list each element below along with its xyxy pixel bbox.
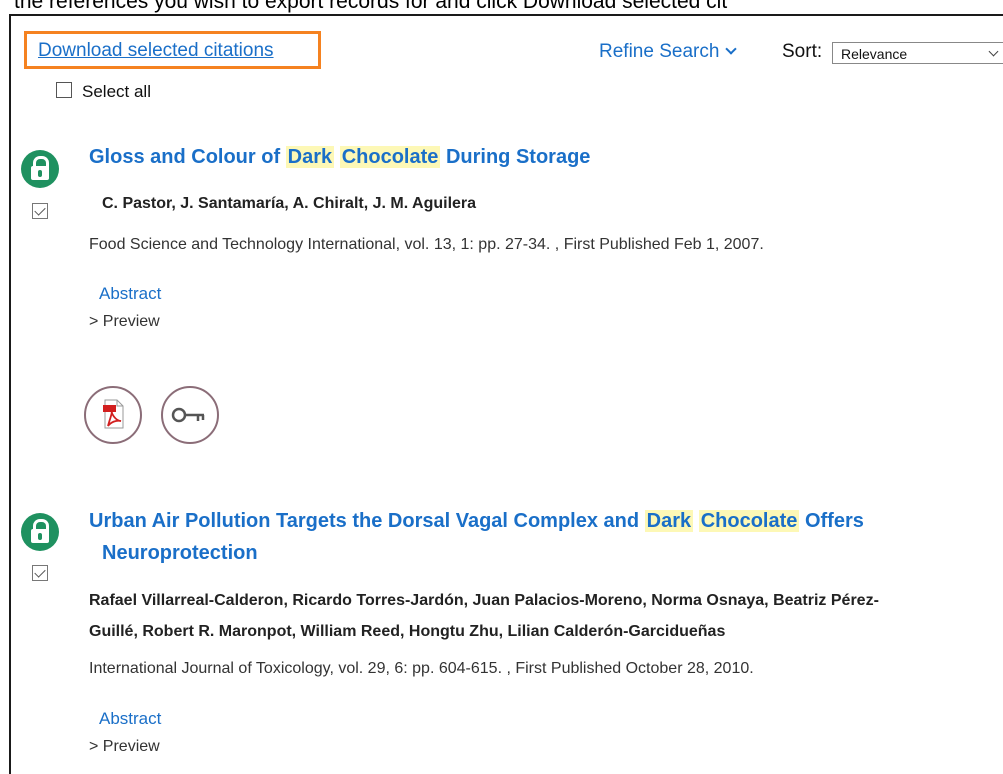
- instruction-text: the references you wish to export record…: [14, 0, 728, 13]
- sort-select[interactable]: Relevance: [832, 42, 1003, 64]
- open-access-lock-icon: [21, 150, 59, 188]
- abstract-link[interactable]: Abstract: [99, 284, 161, 304]
- chevron-down-icon: [988, 46, 999, 57]
- highlighted-term: Dark: [285, 146, 335, 168]
- key-button[interactable]: [161, 386, 219, 444]
- title-text: Offers: [799, 510, 864, 532]
- key-icon: [171, 407, 205, 423]
- sort-label: Sort:: [782, 41, 823, 62]
- highlighted-term: Dark: [644, 510, 694, 532]
- select-all-label: Select all: [82, 82, 151, 101]
- chevron-down-icon: [725, 43, 738, 55]
- authors-line: Rafael Villarreal-Calderon, Ricardo Torr…: [89, 592, 879, 609]
- pdf-icon: [103, 399, 124, 429]
- title-text: Neuroprotection: [102, 542, 258, 564]
- sort-selected-value: Relevance: [841, 46, 908, 62]
- preview-toggle[interactable]: > Preview: [89, 738, 160, 756]
- refine-search-label: Refine Search: [599, 41, 720, 62]
- result-authors: Rafael Villarreal-Calderon, Ricardo Torr…: [89, 585, 999, 647]
- preview-toggle[interactable]: > Preview: [89, 313, 160, 331]
- authors-line: Guillé, Robert R. Maronpot, William Reed…: [89, 623, 726, 640]
- pdf-download-button[interactable]: [84, 386, 142, 444]
- open-access-lock-icon: [21, 513, 59, 551]
- result-authors: C. Pastor, J. Santamaría, A. Chiralt, J.…: [102, 195, 477, 212]
- title-text: Urban Air Pollution Targets the Dorsal V…: [89, 510, 645, 532]
- highlighted-term: Chocolate: [698, 510, 800, 532]
- result-checkbox[interactable]: [32, 203, 48, 219]
- download-selected-citations-link[interactable]: Download selected citations: [38, 40, 274, 62]
- refine-search-button[interactable]: Refine Search: [599, 41, 738, 63]
- abstract-link[interactable]: Abstract: [99, 709, 161, 729]
- result-title-link[interactable]: Urban Air Pollution Targets the Dorsal V…: [89, 505, 999, 569]
- select-all-checkbox[interactable]: [56, 82, 72, 98]
- result-title-link[interactable]: Gloss and Colour of Dark Chocolate Durin…: [89, 141, 989, 173]
- result-journal: Food Science and Technology Internationa…: [89, 236, 764, 253]
- title-text: During Storage: [440, 146, 591, 168]
- title-text: Gloss and Colour of: [89, 146, 286, 168]
- highlighted-term: Chocolate: [339, 146, 441, 168]
- result-checkbox[interactable]: [32, 565, 48, 581]
- result-journal: International Journal of Toxicology, vol…: [89, 660, 754, 677]
